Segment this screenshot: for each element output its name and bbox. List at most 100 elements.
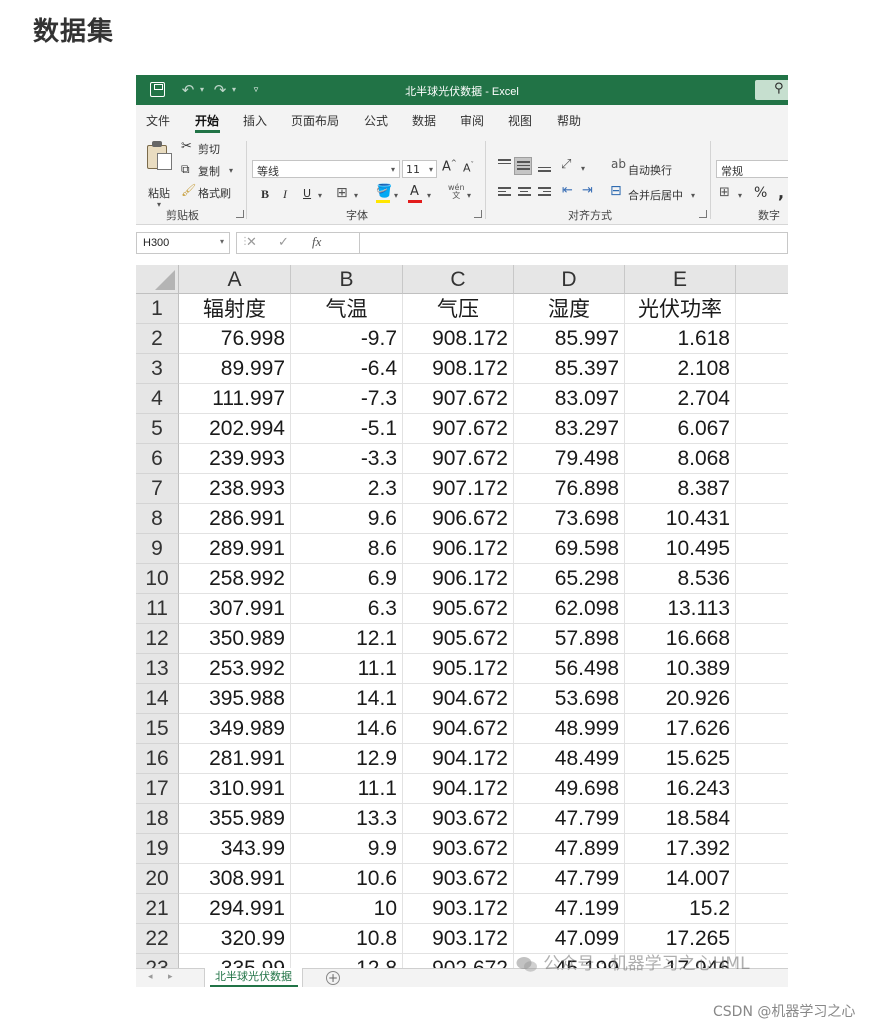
clipboard-launcher-icon[interactable]	[236, 210, 244, 218]
column-header[interactable]: B	[291, 265, 403, 294]
data-cell[interactable]: 10.8	[291, 924, 403, 954]
accounting-format-icon[interactable]: ⊞	[719, 185, 730, 200]
row-header[interactable]: 12	[136, 624, 179, 654]
tab-help[interactable]: 帮助	[557, 112, 581, 129]
tab-data[interactable]: 数据	[412, 112, 436, 129]
data-cell[interactable]: 907.672	[403, 444, 514, 474]
column-header[interactable]	[736, 265, 788, 294]
data-cell[interactable]: 903.672	[403, 834, 514, 864]
data-cell[interactable]: 903.172	[403, 894, 514, 924]
data-cell[interactable]: 47.199	[514, 894, 625, 924]
row-header[interactable]: 16	[136, 744, 179, 774]
data-cell[interactable]: 307.991	[179, 594, 291, 624]
data-cell[interactable]: 9.9	[291, 834, 403, 864]
empty-cell[interactable]	[736, 354, 788, 384]
row-header[interactable]: 10	[136, 564, 179, 594]
number-format-select[interactable]: 常规	[716, 160, 788, 178]
paste-button[interactable]: 粘贴	[148, 185, 170, 201]
empty-cell[interactable]	[736, 534, 788, 564]
data-cell[interactable]: 48.499	[514, 744, 625, 774]
percent-style-button[interactable]: %	[754, 185, 767, 201]
empty-cell[interactable]	[736, 804, 788, 834]
data-cell[interactable]: 79.498	[514, 444, 625, 474]
empty-cell[interactable]	[736, 714, 788, 744]
accounting-dropdown-icon[interactable]: ▾	[738, 191, 742, 200]
data-cell[interactable]: 16.243	[625, 774, 736, 804]
data-cell[interactable]: 350.989	[179, 624, 291, 654]
data-cell[interactable]: 12.9	[291, 744, 403, 774]
data-cell[interactable]: 73.698	[514, 504, 625, 534]
phonetic-dropdown-icon[interactable]: ▾	[467, 191, 471, 200]
empty-cell[interactable]	[736, 654, 788, 684]
decrease-indent-icon[interactable]: ⇤	[562, 183, 573, 198]
confirm-entry-icon[interactable]: ✓	[278, 235, 289, 250]
font-color-dropdown-icon[interactable]: ▾	[427, 191, 431, 200]
data-cell[interactable]: 12.1	[291, 624, 403, 654]
tab-view[interactable]: 视图	[508, 112, 532, 129]
data-cell[interactable]: 238.993	[179, 474, 291, 504]
empty-cell[interactable]	[736, 474, 788, 504]
data-cell[interactable]: -9.7	[291, 324, 403, 354]
empty-cell[interactable]	[736, 444, 788, 474]
data-cell[interactable]: 904.672	[403, 684, 514, 714]
data-cell[interactable]: 286.991	[179, 504, 291, 534]
data-cell[interactable]: 906.672	[403, 504, 514, 534]
data-cell[interactable]: 69.598	[514, 534, 625, 564]
column-header[interactable]: A	[179, 265, 291, 294]
data-cell[interactable]: 8.068	[625, 444, 736, 474]
fill-color-icon[interactable]: 🪣	[376, 184, 392, 199]
tab-review[interactable]: 审阅	[460, 112, 484, 129]
merge-center-button[interactable]: 合并后居中	[628, 187, 683, 203]
data-cell[interactable]: 239.993	[179, 444, 291, 474]
data-cell[interactable]: 349.989	[179, 714, 291, 744]
add-sheet-icon[interactable]: +	[326, 971, 340, 985]
font-launcher-icon[interactable]	[474, 210, 482, 218]
row-header[interactable]: 15	[136, 714, 179, 744]
shrink-font-icon[interactable]: Aˇ	[463, 161, 474, 175]
data-cell[interactable]: -5.1	[291, 414, 403, 444]
header-cell[interactable]: 气压	[403, 294, 514, 324]
data-cell[interactable]: 903.672	[403, 804, 514, 834]
data-cell[interactable]: -3.3	[291, 444, 403, 474]
select-all-corner[interactable]	[136, 265, 179, 294]
align-top-icon[interactable]	[498, 159, 511, 170]
comma-style-icon[interactable]: ,	[778, 183, 784, 202]
data-cell[interactable]: 2.108	[625, 354, 736, 384]
column-header[interactable]: D	[514, 265, 625, 294]
column-header[interactable]: C	[403, 265, 514, 294]
data-cell[interactable]: 310.991	[179, 774, 291, 804]
row-header[interactable]: 20	[136, 864, 179, 894]
data-cell[interactable]: 14.1	[291, 684, 403, 714]
data-cell[interactable]: 906.172	[403, 564, 514, 594]
data-cell[interactable]: 253.992	[179, 654, 291, 684]
row-header[interactable]: 6	[136, 444, 179, 474]
data-cell[interactable]: 47.799	[514, 804, 625, 834]
name-box[interactable]: H300	[136, 232, 230, 254]
data-cell[interactable]: 10.389	[625, 654, 736, 684]
font-size-dropdown-icon[interactable]: ▾	[429, 165, 433, 174]
data-cell[interactable]: 904.172	[403, 774, 514, 804]
fill-color-dropdown-icon[interactable]: ▾	[394, 191, 398, 200]
data-cell[interactable]: 11.1	[291, 654, 403, 684]
data-cell[interactable]: 111.997	[179, 384, 291, 414]
data-cell[interactable]: 906.172	[403, 534, 514, 564]
next-sheet-icon[interactable]: ▸	[168, 972, 173, 982]
empty-cell[interactable]	[736, 324, 788, 354]
copy-button[interactable]: 复制	[198, 163, 220, 179]
font-color-icon[interactable]: A	[410, 184, 419, 199]
data-cell[interactable]: 10.6	[291, 864, 403, 894]
data-cell[interactable]: 907.172	[403, 474, 514, 504]
wrap-text-icon[interactable]: ab	[611, 157, 626, 171]
empty-cell[interactable]	[736, 624, 788, 654]
paste-icon[interactable]	[147, 141, 173, 171]
data-cell[interactable]: 20.926	[625, 684, 736, 714]
data-cell[interactable]: 903.672	[403, 864, 514, 894]
data-cell[interactable]: 905.172	[403, 654, 514, 684]
data-cell[interactable]: 56.498	[514, 654, 625, 684]
data-cell[interactable]: 83.097	[514, 384, 625, 414]
increase-indent-icon[interactable]: ⇥	[582, 183, 593, 198]
tab-file[interactable]: 文件	[146, 112, 170, 129]
data-cell[interactable]: 13.113	[625, 594, 736, 624]
data-cell[interactable]: 47.799	[514, 864, 625, 894]
header-cell[interactable]: 湿度	[514, 294, 625, 324]
